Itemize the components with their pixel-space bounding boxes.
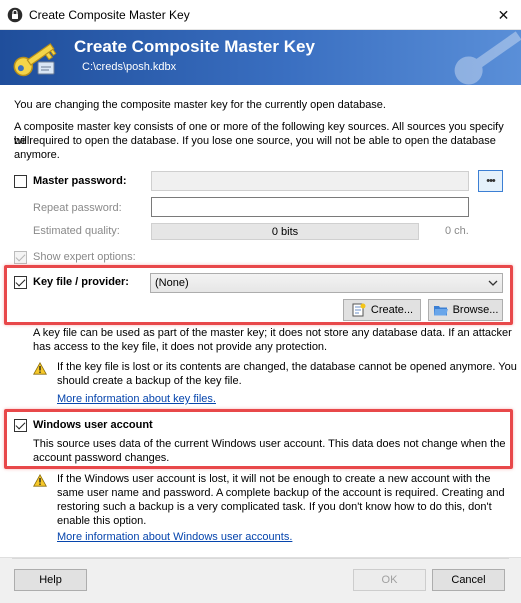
ok-button[interactable]: OK bbox=[353, 569, 426, 591]
title-bar: Create Composite Master Key ✕ bbox=[0, 0, 521, 30]
windows-account-warning-line3: restoring such a backup is a very compli… bbox=[57, 501, 492, 513]
cancel-button[interactable]: Cancel bbox=[432, 569, 505, 591]
footer-separator bbox=[12, 558, 509, 559]
key-watermark-icon bbox=[454, 31, 521, 85]
banner-title: Create Composite Master Key bbox=[74, 37, 315, 56]
show-expert-checkbox[interactable] bbox=[14, 251, 27, 264]
windows-account-warning-line2: same user name and password. A complete … bbox=[57, 487, 505, 499]
close-icon: ✕ bbox=[497, 6, 510, 23]
key-file-warning-line1: If the key file is lost or its contents … bbox=[57, 361, 517, 373]
quality-bar: 0 bits bbox=[151, 223, 419, 240]
windows-account-warning-line4: enable this option. bbox=[57, 515, 147, 527]
warning-icon bbox=[33, 362, 47, 375]
database-path: C:\creds\posh.kdbx bbox=[82, 61, 177, 73]
cancel-label: Cancel bbox=[451, 574, 486, 586]
dots-icon: ••• bbox=[486, 175, 496, 187]
window-title: Create Composite Master Key bbox=[29, 8, 190, 22]
key-file-description-line2: has access to the key file, it does not … bbox=[33, 341, 328, 353]
help-button[interactable]: Help bbox=[14, 569, 87, 591]
keepass-lock-icon bbox=[7, 7, 23, 23]
intro-paragraph-line2: be required to open the database. If you… bbox=[14, 135, 496, 147]
windows-account-highlight bbox=[4, 409, 513, 469]
show-expert-label: Show expert options: bbox=[33, 251, 136, 263]
key-file-highlight bbox=[4, 265, 513, 325]
repeat-password-field[interactable] bbox=[151, 197, 469, 217]
master-password-checkbox[interactable] bbox=[14, 175, 27, 188]
windows-account-warning-line1: If the Windows user account is lost, it … bbox=[57, 473, 491, 485]
char-count: 0 ch. bbox=[445, 225, 469, 237]
quality-value: 0 bits bbox=[271, 225, 299, 238]
windows-accounts-info-link[interactable]: More information about Windows user acco… bbox=[57, 531, 292, 543]
repeat-password-label: Repeat password: bbox=[33, 202, 122, 214]
master-password-label: Master password: bbox=[33, 175, 127, 187]
key-file-description-line1: A key file can be used as part of the ma… bbox=[33, 327, 512, 339]
show-password-button[interactable]: ••• bbox=[478, 170, 503, 192]
key-file-warning-line2: should create a backup of the key file. bbox=[57, 375, 242, 387]
help-label: Help bbox=[39, 574, 62, 586]
warning-icon bbox=[33, 474, 47, 487]
estimated-quality-label: Estimated quality: bbox=[33, 225, 120, 237]
key-icon bbox=[13, 43, 57, 77]
close-button[interactable]: ✕ bbox=[486, 0, 521, 30]
intro-line: You are changing the composite master ke… bbox=[14, 99, 386, 111]
key-files-info-link[interactable]: More information about key files. bbox=[57, 393, 216, 405]
header-banner: Create Composite Master Key C:\creds\pos… bbox=[0, 30, 521, 85]
ok-label: OK bbox=[381, 574, 398, 586]
intro-paragraph-line3: anymore. bbox=[14, 149, 60, 161]
master-password-field[interactable] bbox=[151, 171, 469, 191]
